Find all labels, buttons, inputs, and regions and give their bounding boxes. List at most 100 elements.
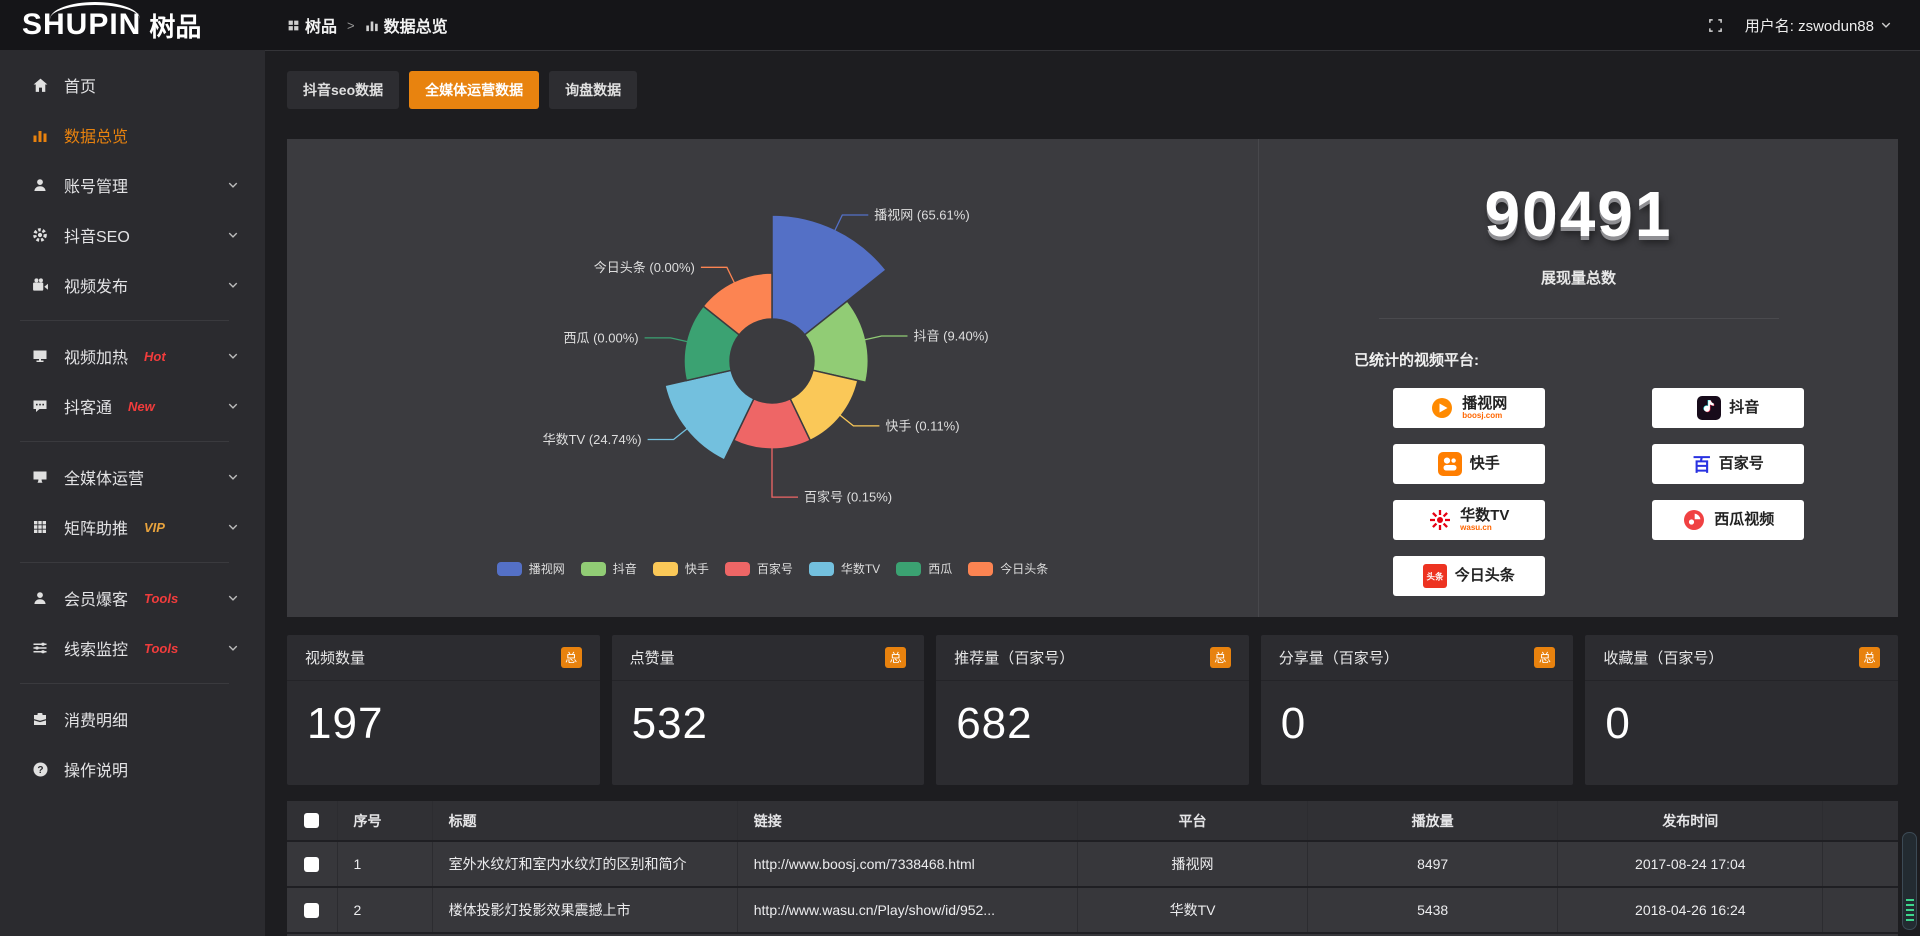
sidebar-item-camera[interactable]: 视频发布 bbox=[0, 260, 265, 310]
sidebar-item-wallet[interactable]: 消费明细 bbox=[0, 694, 265, 744]
platform-name: 西瓜视频 bbox=[1714, 512, 1774, 528]
summary-panel: 90491 展现量总数 已统计的视频平台: 播视网boosj.com抖音快手百百… bbox=[1258, 139, 1898, 617]
sidebar-divider bbox=[20, 320, 229, 321]
row-checkbox[interactable] bbox=[304, 857, 319, 872]
bars-icon bbox=[30, 126, 50, 144]
pie-label-line-5 bbox=[645, 338, 688, 342]
cell-link[interactable]: http://www.wasu.cn/Play/show/id/952... bbox=[737, 887, 1077, 933]
pie-chart-svg: 播视网 (65.61%)抖音 (9.40%)快手 (0.11%)百家号 (0.1… bbox=[287, 139, 1258, 617]
svg-text:?: ? bbox=[37, 764, 43, 775]
cell-index: 2 bbox=[337, 887, 432, 933]
sidebar-item-bars[interactable]: 数据总览 bbox=[0, 110, 265, 160]
pie-label-6: 今日头条 (0.00%) bbox=[594, 260, 695, 275]
cell-title[interactable]: 楼体投影灯投影效果震撼上市 bbox=[432, 887, 737, 933]
legend-item-5[interactable]: 西瓜 bbox=[896, 560, 952, 577]
cell-title[interactable]: 室外水纹灯和室内水纹灯的区别和简介 bbox=[432, 841, 737, 887]
legend-label: 播视网 bbox=[529, 560, 565, 577]
stat-card-header: 视频数量 总 bbox=[287, 635, 600, 681]
home-icon bbox=[30, 76, 50, 94]
legend-item-0[interactable]: 播视网 bbox=[497, 560, 565, 577]
pie-label-line-1 bbox=[865, 336, 908, 340]
scroll-widget[interactable] bbox=[1902, 832, 1917, 930]
cell-time: 2017-08-24 17:04 bbox=[1558, 841, 1823, 887]
pie-slice-4[interactable] bbox=[665, 370, 754, 460]
total-impressions-value: 90491 bbox=[1259, 177, 1898, 251]
stat-card-title: 推荐量（百家号） bbox=[954, 647, 1074, 668]
divider bbox=[1379, 318, 1779, 319]
legend-item-1[interactable]: 抖音 bbox=[581, 560, 637, 577]
cell-time: 2018-04-26 16:24 bbox=[1558, 887, 1823, 933]
cell-checkbox bbox=[287, 841, 337, 887]
pie-label-3: 百家号 (0.15%) bbox=[804, 490, 892, 505]
sidebar-item-help[interactable]: ?操作说明 bbox=[0, 744, 265, 794]
stat-card-3: 分享量（百家号）总0 bbox=[1261, 635, 1574, 785]
tab-2[interactable]: 询盘数据 bbox=[549, 71, 637, 109]
username-label: 用户名: zswodun88 bbox=[1745, 15, 1874, 36]
total-badge[interactable]: 总 bbox=[1859, 647, 1880, 668]
legend-item-3[interactable]: 百家号 bbox=[725, 560, 793, 577]
platform-name-wrap: 今日头条 bbox=[1455, 568, 1515, 584]
stat-card-1: 点赞量总532 bbox=[612, 635, 925, 785]
pie-label-line-2 bbox=[840, 415, 879, 426]
column-header-5: 发布时间 bbox=[1558, 801, 1823, 841]
cell-platform: 华数TV bbox=[1077, 887, 1307, 933]
fullscreen-icon[interactable] bbox=[1708, 18, 1723, 33]
chevron-down-icon bbox=[227, 521, 239, 533]
row-checkbox[interactable] bbox=[304, 903, 319, 918]
stat-card-title: 收藏量（百家号） bbox=[1603, 647, 1723, 668]
pie-label-line-0 bbox=[835, 215, 868, 230]
chevron-down-icon bbox=[227, 642, 239, 654]
breadcrumb-label: 树品 bbox=[305, 13, 337, 37]
breadcrumb-item-current[interactable]: 数据总览 bbox=[365, 13, 448, 37]
help-icon: ? bbox=[30, 760, 50, 778]
legend-item-2[interactable]: 快手 bbox=[653, 560, 709, 577]
sidebar-item-monitor[interactable]: 全媒体运营 bbox=[0, 452, 265, 502]
platform-subtext: boosj.com bbox=[1462, 411, 1507, 420]
legend-swatch bbox=[497, 562, 522, 576]
sidebar-item-gear[interactable]: 抖音SEO bbox=[0, 210, 265, 260]
sidebar-item-chat[interactable]: 抖客通New bbox=[0, 381, 265, 431]
total-badge[interactable]: 总 bbox=[1534, 647, 1555, 668]
cell-link[interactable]: http://www.boosj.com/7338468.html bbox=[737, 841, 1077, 887]
tab-0[interactable]: 抖音seo数据 bbox=[287, 71, 399, 109]
stat-card-title: 点赞量 bbox=[630, 647, 675, 668]
sidebar-divider bbox=[20, 441, 229, 442]
sidebar-item-display[interactable]: 视频加热Hot bbox=[0, 331, 265, 381]
sidebar-item-label: 线索监控 bbox=[64, 636, 128, 660]
pie-label-line-6 bbox=[701, 267, 734, 282]
sidebar-item-member[interactable]: 会员爆客Tools bbox=[0, 573, 265, 623]
sidebar-item-label: 视频加热 bbox=[64, 344, 128, 368]
chevron-down-icon bbox=[227, 350, 239, 362]
display-icon bbox=[30, 347, 50, 365]
select-all-checkbox[interactable] bbox=[304, 813, 319, 828]
platform-subtext: wasu.cn bbox=[1460, 523, 1509, 532]
user-menu[interactable]: 用户名: zswodun88 bbox=[1745, 15, 1892, 36]
platform-grid: 播视网boosj.com抖音快手百百家号华数TVwasu.cn西瓜视频头条今日头… bbox=[1259, 388, 1898, 596]
sidebar-item-label: 视频发布 bbox=[64, 273, 128, 297]
stat-card-0: 视频数量总197 bbox=[287, 635, 600, 785]
sidebar-item-sliders[interactable]: 线索监控Tools bbox=[0, 623, 265, 673]
platform-badge-toutiao: 头条今日头条 bbox=[1393, 556, 1545, 596]
sidebar-item-matrix[interactable]: 矩阵助推VIP bbox=[0, 502, 265, 552]
legend-swatch bbox=[581, 562, 606, 576]
member-icon bbox=[30, 589, 50, 607]
table-header-row: 序号标题链接平台播放量发布时间 bbox=[287, 801, 1898, 841]
total-badge[interactable]: 总 bbox=[1210, 647, 1231, 668]
stat-card-title: 分享量（百家号） bbox=[1279, 647, 1399, 668]
wallet-icon bbox=[30, 710, 50, 728]
chevron-down-icon bbox=[227, 179, 239, 191]
total-badge[interactable]: 总 bbox=[561, 647, 582, 668]
breadcrumb-item-home[interactable]: 树品 bbox=[287, 13, 337, 37]
sidebar-item-label: 账号管理 bbox=[64, 173, 128, 197]
app-logo: SHUPIN 树品 bbox=[0, 7, 265, 44]
tab-1[interactable]: 全媒体运营数据 bbox=[409, 71, 539, 109]
legend-item-6[interactable]: 今日头条 bbox=[968, 560, 1048, 577]
kuaishou-logo-icon bbox=[1438, 452, 1462, 476]
sidebar-item-home[interactable]: 首页 bbox=[0, 60, 265, 110]
stat-card-title: 视频数量 bbox=[305, 647, 365, 668]
sidebar-item-user[interactable]: 账号管理 bbox=[0, 160, 265, 210]
total-badge[interactable]: 总 bbox=[885, 647, 906, 668]
stat-card-header: 分享量（百家号） 总 bbox=[1261, 635, 1574, 681]
legend-item-4[interactable]: 华数TV bbox=[809, 560, 880, 577]
stat-card-value: 0 bbox=[1585, 681, 1898, 749]
